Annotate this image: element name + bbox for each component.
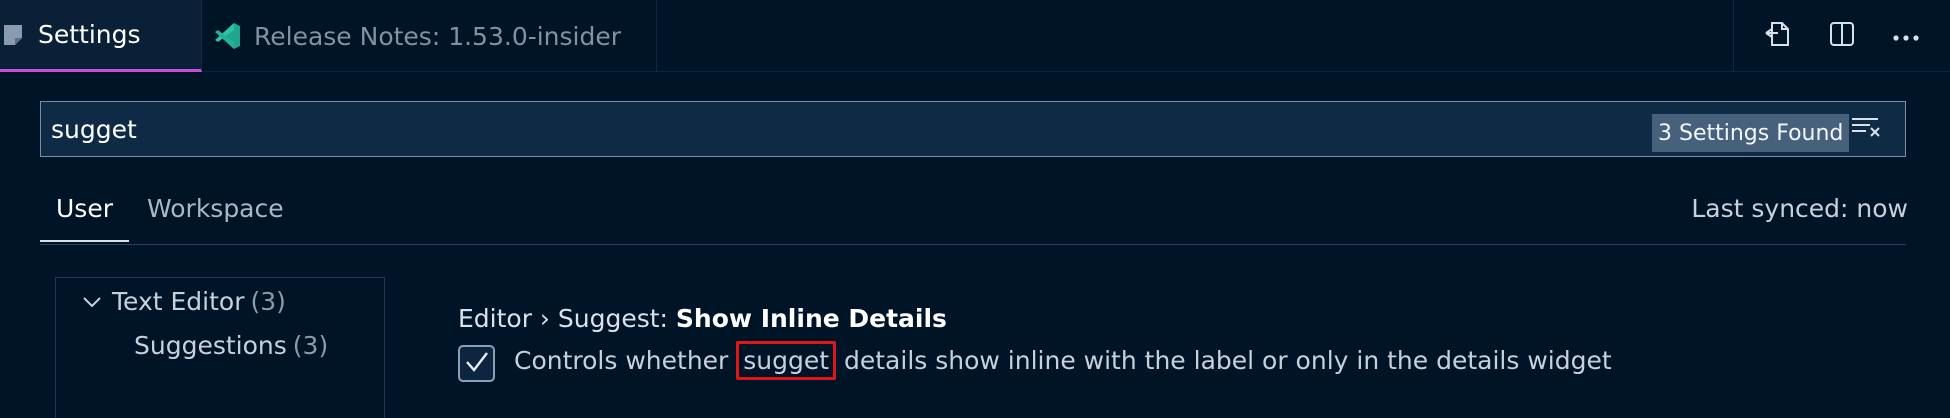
- toc-item-count: (3): [250, 287, 286, 316]
- open-settings-json-icon: [1763, 19, 1793, 53]
- tab-release-notes[interactable]: Release Notes: 1.53.0-insider: [202, 0, 657, 72]
- tab-user[interactable]: User: [40, 186, 129, 242]
- vscode-insiders-icon: [212, 21, 242, 51]
- editor-tab-bar: Settings Release Notes: 1.53.0-insider: [0, 0, 1950, 72]
- chevron-down-icon: [82, 295, 102, 309]
- last-synced-status: Last synced: now: [1691, 194, 1908, 223]
- setting-name: Show Inline Details: [675, 304, 947, 333]
- show-inline-details-checkbox[interactable]: [458, 345, 495, 382]
- settings-toc: Text Editor (3) Suggestions (3): [55, 277, 385, 418]
- settings-scope-tabs: User Workspace: [40, 186, 300, 242]
- settings-search-box: 3 Settings Found: [40, 101, 1906, 157]
- settings-file-icon: [2, 24, 24, 46]
- results-count-badge: 3 Settings Found: [1652, 114, 1850, 152]
- more-actions-icon: [1892, 27, 1920, 46]
- editor-actions: [1733, 0, 1950, 72]
- split-editor-icon: [1828, 20, 1856, 52]
- description-text: Controls whether: [514, 346, 737, 375]
- open-settings-json-button[interactable]: [1758, 16, 1798, 56]
- divider: [40, 244, 1906, 245]
- tab-label: Settings: [38, 20, 141, 49]
- setting-title: Editor › Suggest: Show Inline Details: [458, 304, 947, 333]
- setting-description: Controls whether sugget details show inl…: [514, 341, 1612, 380]
- setting-category: Editor › Suggest:: [458, 304, 676, 333]
- tab-settings[interactable]: Settings: [0, 0, 202, 72]
- toc-item-label: Suggestions: [134, 331, 287, 360]
- toc-item-label: Text Editor: [112, 287, 245, 316]
- checkmark-icon: [464, 349, 490, 379]
- clear-search-button[interactable]: [1846, 112, 1886, 146]
- tab-label: Release Notes: 1.53.0-insider: [254, 21, 622, 51]
- toc-item-text-editor[interactable]: Text Editor (3): [82, 287, 286, 316]
- clear-filter-icon: [1850, 115, 1882, 143]
- toc-item-count: (3): [292, 331, 329, 360]
- split-editor-button[interactable]: [1822, 16, 1862, 56]
- settings-search-input[interactable]: [51, 110, 1631, 148]
- more-actions-button[interactable]: [1886, 16, 1926, 56]
- search-match-highlight: sugget: [736, 341, 837, 380]
- toc-item-suggestions[interactable]: Suggestions (3): [134, 331, 328, 360]
- description-text: details show inline with the label or on…: [836, 346, 1612, 375]
- tab-workspace[interactable]: Workspace: [129, 186, 300, 242]
